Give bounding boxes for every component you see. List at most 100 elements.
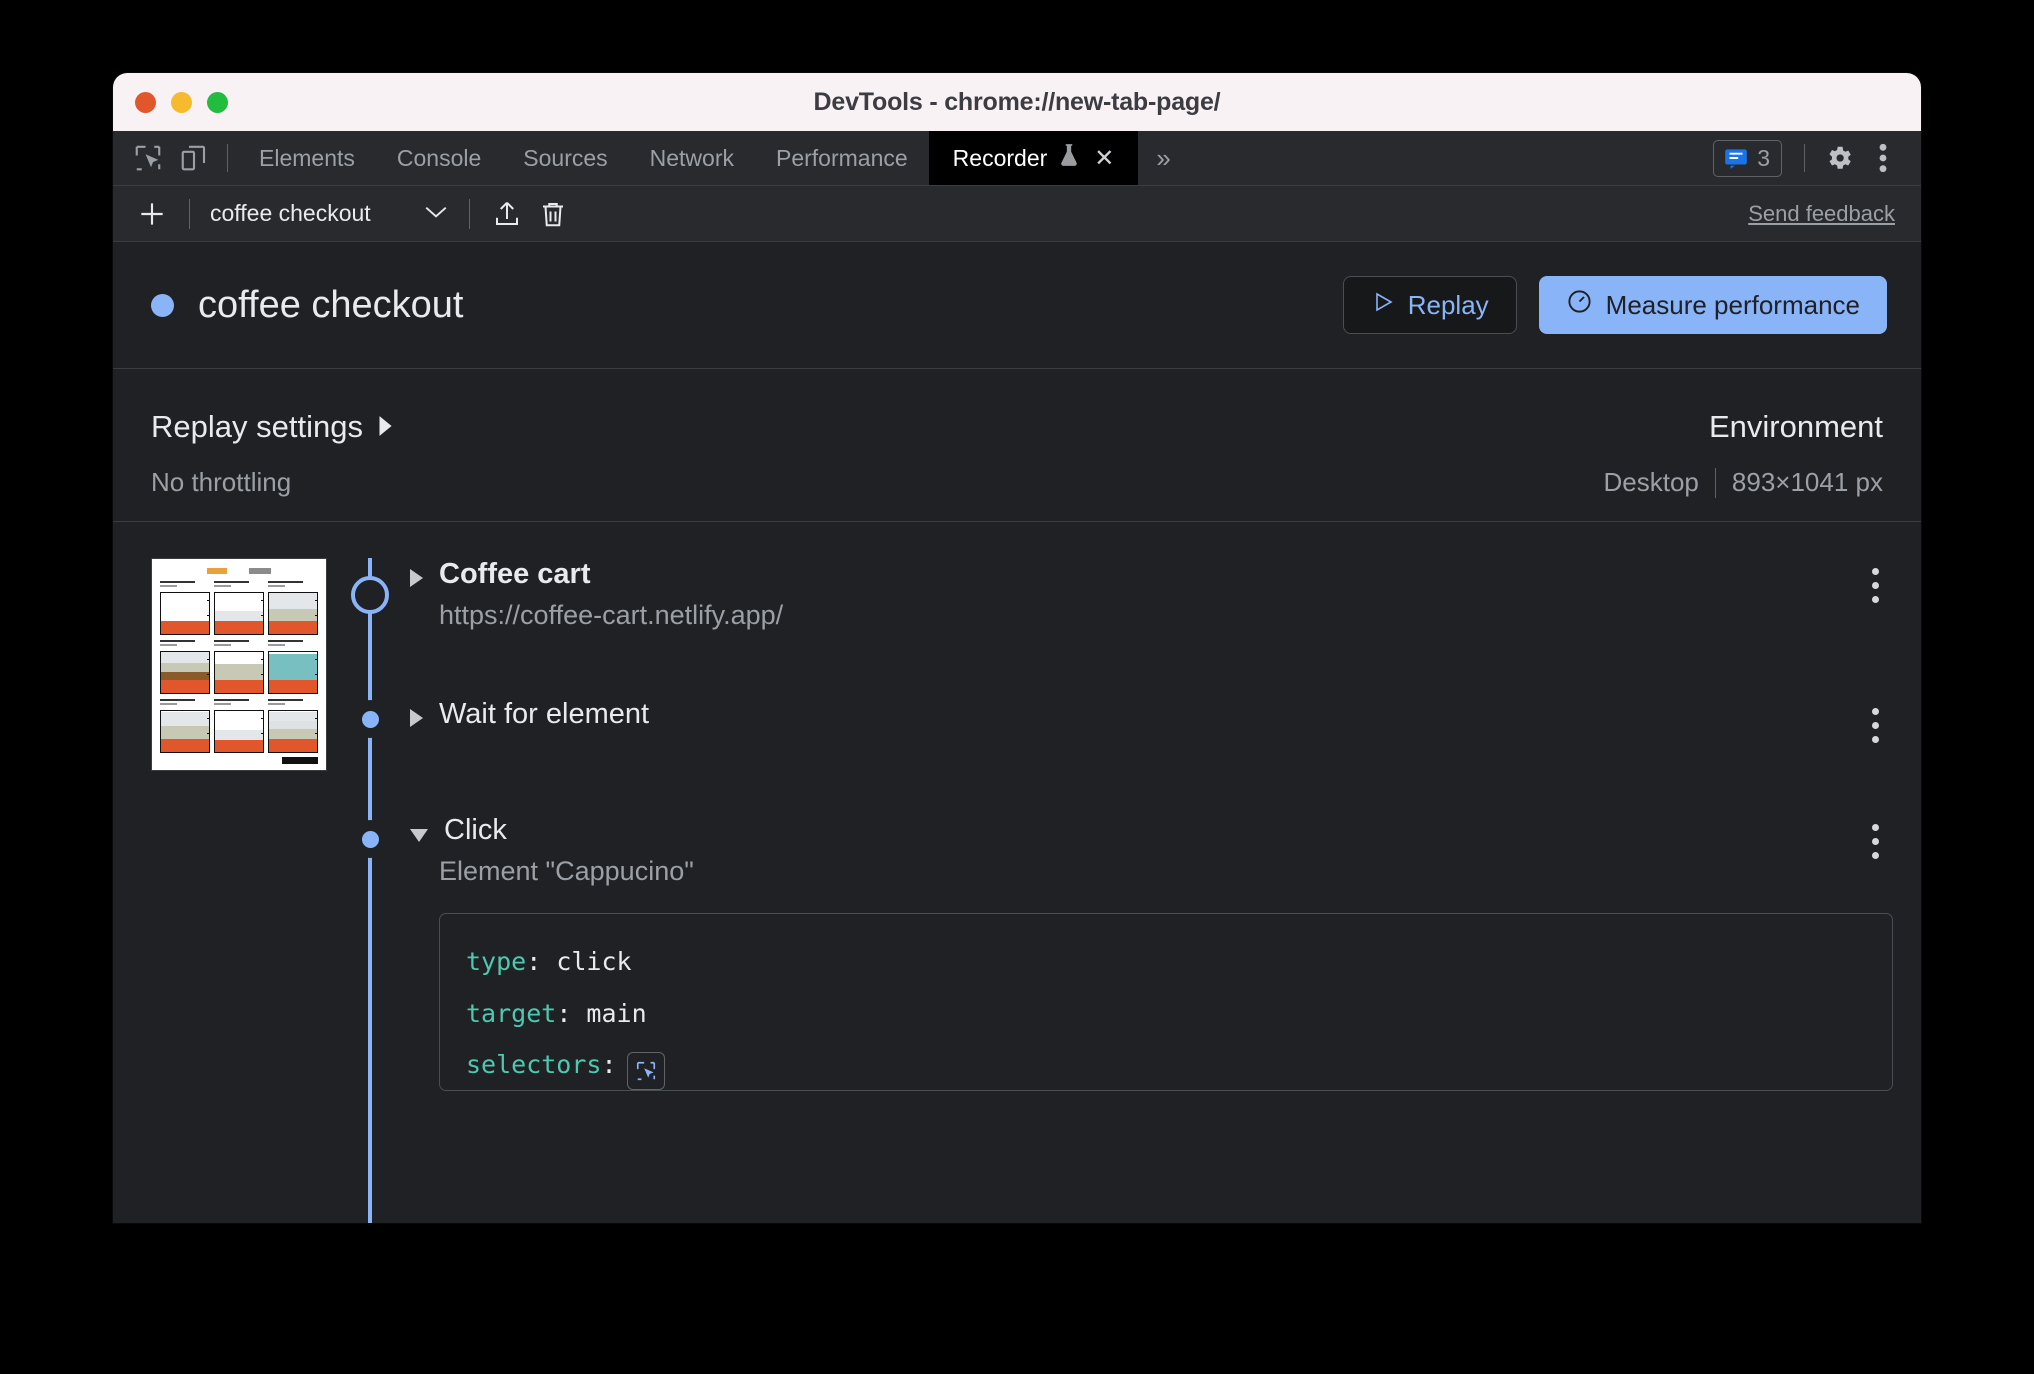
thumbnail-logo <box>207 568 227 574</box>
step-header[interactable]: Click <box>410 802 1893 847</box>
timeline-node <box>351 820 389 858</box>
step-more-options-icon[interactable] <box>1866 702 1885 749</box>
toolbar-divider <box>468 198 470 229</box>
step-title: Coffee cart <box>439 558 591 590</box>
timeline-node <box>351 700 389 738</box>
replay-settings-row: Replay settings No throttling Environmen… <box>113 369 1921 522</box>
step-item[interactable]: Wait for element <box>410 682 1893 802</box>
replay-settings-group: Replay settings No throttling <box>151 409 393 498</box>
thumbnail-cup <box>268 581 318 635</box>
detail-key: target <box>466 998 557 1028</box>
tab-performance[interactable]: Performance <box>755 131 929 185</box>
thumbnail-cup <box>268 699 318 753</box>
environment-device: Desktop <box>1603 467 1699 497</box>
add-recording-button[interactable] <box>129 198 175 230</box>
more-options-icon[interactable] <box>1861 142 1905 174</box>
play-icon <box>1371 290 1395 321</box>
message-count: 3 <box>1757 144 1770 171</box>
recording-header: coffee checkout Replay Measure performan… <box>113 242 1921 369</box>
thumbnail-footer <box>160 757 318 764</box>
environment-values: Desktop 893×1041 px <box>1604 467 1883 498</box>
throttling-value: No throttling <box>151 467 292 497</box>
window-title-bar: DevTools - chrome://new-tab-page/ <box>113 73 1921 131</box>
replay-button[interactable]: Replay <box>1342 276 1517 334</box>
step-details-code: type: click target: main selectors: <box>439 913 1893 1092</box>
screenshot-thumbnail-column <box>113 558 328 1223</box>
tab-network[interactable]: Network <box>629 131 755 185</box>
thumbnail-cup <box>160 699 210 753</box>
selector-picker-icon[interactable] <box>626 1051 665 1090</box>
detail-colon: : <box>601 1049 617 1079</box>
tab-label: Elements <box>259 144 355 171</box>
detail-value: main <box>586 998 647 1028</box>
steps-list: Coffee cart https://coffee-cart.netlify.… <box>113 522 1921 1223</box>
detail-row: type: click <box>466 936 1866 987</box>
page-screenshot-thumbnail[interactable] <box>151 558 327 771</box>
tab-console[interactable]: Console <box>376 131 502 185</box>
minimize-window-button[interactable] <box>171 92 192 113</box>
device-toolbar-icon[interactable] <box>171 131 217 185</box>
thumbnail-coffee-grid <box>160 581 318 753</box>
settings-gear-icon[interactable] <box>1817 143 1861 173</box>
thumbnail-cup <box>214 581 264 635</box>
tab-label: Network <box>649 144 734 171</box>
recording-title-group: coffee checkout <box>151 284 463 327</box>
step-item[interactable]: Coffee cart https://coffee-cart.netlify.… <box>410 558 1893 682</box>
export-icon[interactable] <box>484 199 530 229</box>
tab-label: Sources <box>523 144 608 171</box>
thumbnail-nav <box>249 568 271 574</box>
devtools-tab-strip: Elements Console Sources Network Perform… <box>113 131 1921 186</box>
steps-timeline <box>328 558 410 1223</box>
thumbnail-cup <box>160 581 210 635</box>
window-title: DevTools - chrome://new-tab-page/ <box>813 87 1221 116</box>
replay-settings-label: Replay settings <box>151 409 363 444</box>
detail-key: type <box>466 947 527 977</box>
step-header[interactable]: Wait for element <box>410 682 1893 731</box>
replay-button-label: Replay <box>1407 289 1489 320</box>
page-title: coffee checkout <box>198 283 464 326</box>
step-title: Wait for element <box>439 698 650 730</box>
messages-badge[interactable]: 3 <box>1713 139 1782 177</box>
close-window-button[interactable] <box>135 92 156 113</box>
steps-column: Coffee cart https://coffee-cart.netlify.… <box>410 558 1921 1223</box>
send-feedback-link[interactable]: Send feedback <box>1748 201 1895 227</box>
thumbnail-cup <box>268 640 318 694</box>
timeline-node-start <box>351 576 389 614</box>
recording-status-dot <box>151 293 174 317</box>
chevron-right-icon[interactable] <box>410 709 423 727</box>
step-more-options-icon[interactable] <box>1866 818 1885 865</box>
detail-key: selectors <box>466 1049 602 1079</box>
detail-colon: : <box>556 998 587 1028</box>
toolbar-divider <box>189 198 190 229</box>
tab-label: Recorder <box>952 144 1048 171</box>
step-subtitle: https://coffee-cart.netlify.app/ <box>439 600 784 631</box>
tab-elements[interactable]: Elements <box>238 131 376 185</box>
toolbar-divider <box>1804 144 1805 172</box>
tab-recorder[interactable]: Recorder ✕ <box>928 131 1139 185</box>
chevron-right-icon[interactable] <box>410 569 423 587</box>
tab-sources[interactable]: Sources <box>502 131 628 185</box>
close-icon[interactable]: ✕ <box>1094 144 1114 173</box>
inspect-element-icon[interactable] <box>125 131 171 185</box>
step-header[interactable]: Coffee cart <box>410 558 1893 591</box>
zoom-window-button[interactable] <box>207 92 228 113</box>
environment-viewport: 893×1041 px <box>1731 467 1883 497</box>
step-more-options-icon[interactable] <box>1866 562 1885 609</box>
environment-group: Environment Desktop 893×1041 px <box>1604 409 1883 498</box>
environment-label: Environment <box>1708 409 1883 444</box>
recording-select[interactable]: coffee checkout <box>204 200 455 227</box>
measure-performance-button[interactable]: Measure performance <box>1538 276 1887 334</box>
devtools-tab-right-actions: 3 <box>1713 131 1921 185</box>
measure-performance-label: Measure performance <box>1605 289 1860 320</box>
chevron-right-icon <box>377 409 393 445</box>
detail-row: target: main <box>466 988 1866 1039</box>
chevron-down-icon[interactable] <box>410 829 428 842</box>
recording-actions: Replay Measure performance <box>1342 276 1887 334</box>
step-item[interactable]: Click Element "Cappucino" type: click ta… <box>410 802 1893 1092</box>
more-tabs-icon[interactable]: » <box>1138 131 1188 185</box>
message-icon <box>1725 149 1748 169</box>
replay-settings-toggle[interactable]: Replay settings <box>151 409 393 445</box>
step-subtitle: Element "Cappucino" <box>439 856 694 887</box>
delete-icon[interactable] <box>530 199 576 229</box>
thumbnail-cup <box>160 640 210 694</box>
